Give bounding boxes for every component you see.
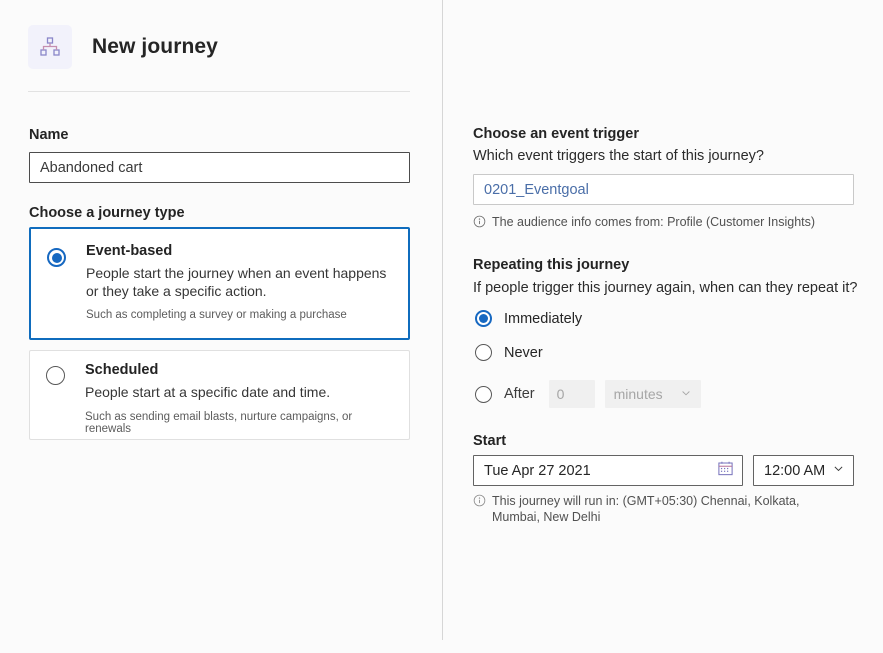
event-trigger-input[interactable] bbox=[473, 174, 854, 205]
journey-type-option-event-based[interactable]: Event-based People start the journey whe… bbox=[29, 227, 410, 340]
radio-scheduled[interactable] bbox=[46, 366, 65, 385]
option-hint: Such as completing a survey or making a … bbox=[86, 309, 347, 321]
start-date-field[interactable]: Tue Apr 27 2021 bbox=[473, 455, 743, 486]
after-amount-input[interactable] bbox=[548, 380, 595, 408]
name-label: Name bbox=[29, 127, 69, 143]
repeat-option-label: Never bbox=[504, 344, 543, 361]
radio-never[interactable] bbox=[475, 344, 492, 361]
start-date-value: Tue Apr 27 2021 bbox=[484, 462, 591, 479]
repeat-option-immediately[interactable]: Immediately bbox=[475, 310, 582, 327]
repeat-option-after[interactable]: After minutes bbox=[475, 380, 701, 408]
after-unit-value: minutes bbox=[613, 386, 663, 402]
option-description: People start at a specific date and time… bbox=[85, 384, 331, 400]
right-panel: Choose an event trigger Which event trig… bbox=[442, 0, 883, 653]
timezone-info: This journey will run in: (GMT+05:30) Ch… bbox=[473, 493, 845, 525]
audience-info-text: The audience info comes from: Profile (C… bbox=[492, 215, 816, 229]
option-title: Event-based bbox=[86, 243, 173, 259]
timezone-info-text: This journey will run in: (GMT+05:30) Ch… bbox=[492, 494, 800, 524]
hierarchy-icon bbox=[28, 25, 72, 69]
option-description: People start the journey when an event h… bbox=[86, 265, 387, 299]
page-title: New journey bbox=[92, 35, 218, 58]
calendar-icon[interactable] bbox=[717, 460, 734, 481]
trigger-question: Which event triggers the start of this j… bbox=[473, 148, 764, 164]
repeat-question: If people trigger this journey again, wh… bbox=[473, 280, 858, 296]
info-icon bbox=[473, 494, 486, 511]
trigger-heading: Choose an event trigger bbox=[473, 126, 639, 142]
option-hint: Such as sending email blasts, nurture ca… bbox=[85, 411, 353, 435]
left-panel: New journey Name Choose a journey type E… bbox=[0, 0, 442, 653]
radio-immediately[interactable] bbox=[475, 310, 492, 327]
journey-type-option-scheduled[interactable]: Scheduled People start at a specific dat… bbox=[29, 350, 410, 440]
repeat-option-label: Immediately bbox=[504, 310, 583, 327]
header-separator bbox=[28, 91, 410, 92]
option-title: Scheduled bbox=[85, 362, 159, 378]
audience-info: The audience info comes from: Profile (C… bbox=[473, 214, 873, 232]
after-unit-select[interactable]: minutes bbox=[604, 380, 701, 408]
chevron-down-icon bbox=[680, 386, 692, 402]
radio-event-based[interactable] bbox=[47, 248, 66, 267]
dialog-header: New journey bbox=[28, 25, 218, 69]
info-icon bbox=[473, 215, 486, 232]
start-heading: Start bbox=[473, 433, 507, 449]
radio-after[interactable] bbox=[475, 385, 492, 403]
repeat-option-never[interactable]: Never bbox=[475, 344, 543, 361]
start-time-value: 12:00 AM bbox=[764, 462, 826, 479]
start-time-select[interactable]: 12:00 AM bbox=[753, 455, 854, 486]
repeat-option-label: After bbox=[504, 386, 535, 402]
journey-type-label: Choose a journey type bbox=[29, 205, 185, 221]
repeat-heading: Repeating this journey bbox=[473, 257, 630, 273]
new-journey-dialog: New journey Name Choose a journey type E… bbox=[0, 0, 883, 653]
chevron-down-icon bbox=[832, 462, 845, 479]
name-input[interactable] bbox=[29, 152, 410, 183]
